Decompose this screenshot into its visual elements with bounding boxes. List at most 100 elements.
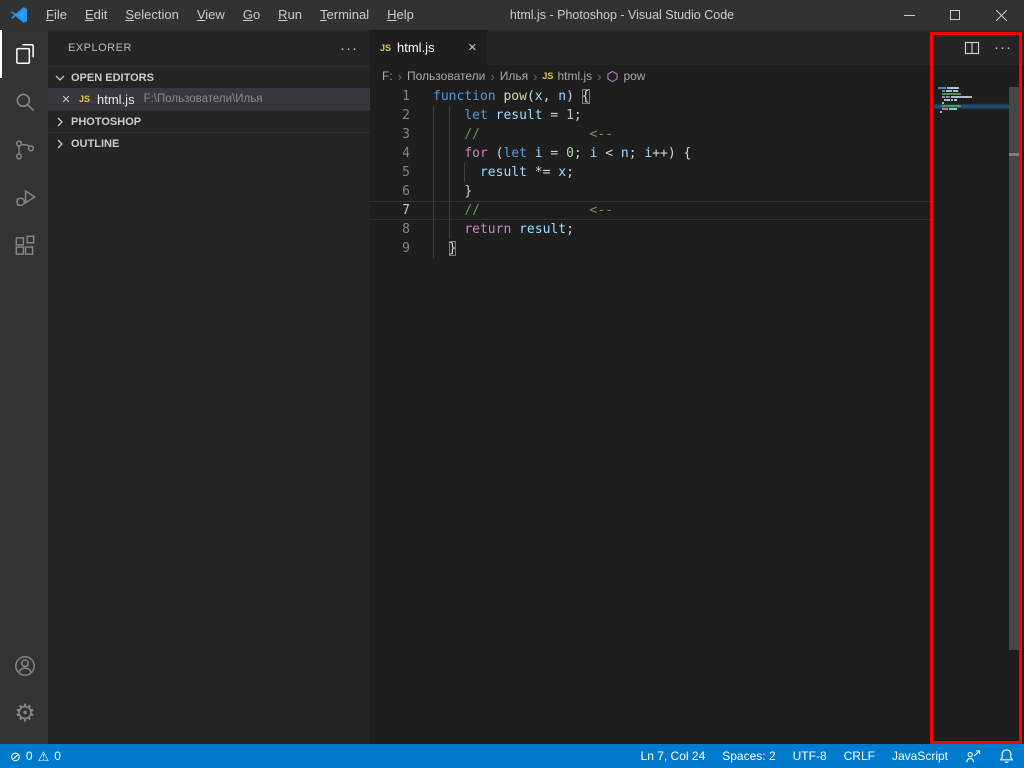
source-control-icon[interactable] (0, 126, 48, 174)
code-editor[interactable]: 1function pow(x, n) {2 let result = 1;3 … (370, 87, 934, 258)
close-tab-icon[interactable]: ✕ (468, 41, 477, 54)
feedback-icon[interactable] (965, 749, 982, 764)
breadcrumb-drive[interactable]: F: (382, 69, 393, 83)
sidebar-more-actions-button[interactable]: ··· (340, 40, 358, 57)
section-open-editors[interactable]: OPEN EDITORS (48, 66, 370, 88)
line-number: 2 (370, 106, 410, 125)
section-label: OUTLINE (71, 138, 119, 150)
minimap-line-segment (942, 105, 961, 107)
open-editor-item-htmljs[interactable]: ✕ JS html.js F:\Пользователи\Илья (48, 88, 370, 110)
breadcrumb-file[interactable]: JS html.js (542, 69, 592, 83)
tab-label: html.js (397, 40, 435, 55)
activity-bar-bottom: ⚙ (0, 642, 48, 738)
breadcrumb-folder-ilya[interactable]: Илья (500, 69, 528, 83)
window-title: html.js - Photoshop - Visual Studio Code (510, 0, 734, 30)
menu-selection[interactable]: Selection (116, 0, 187, 30)
warnings-icon: ⚠ (38, 750, 50, 763)
editor-group: JS html.js ✕ ··· F: › Пользователи › Иль… (370, 30, 1024, 744)
vscode-logo-icon (9, 5, 29, 25)
code-line-8: 8 return result; (370, 220, 934, 239)
split-editor-icon[interactable] (964, 40, 980, 56)
menu-bar: File Edit Selection View Go Run Terminal… (37, 0, 423, 30)
cursor-position-status[interactable]: Ln 7, Col 24 (641, 749, 706, 763)
code-line-5: 5 result *= x; (370, 163, 934, 182)
minimap-line-segment (946, 90, 952, 92)
js-file-icon: JS (79, 94, 90, 104)
run-and-debug-icon[interactable] (0, 174, 48, 222)
code-line-text: result *= x; (433, 163, 574, 182)
minimize-button[interactable] (886, 0, 932, 30)
breadcrumb-folder-users[interactable]: Пользователи (407, 69, 485, 83)
minimap-line-segment (942, 96, 945, 98)
search-icon[interactable] (0, 78, 48, 126)
close-window-button[interactable] (978, 0, 1024, 30)
code-line-text: return result; (433, 220, 574, 239)
code-line-text: function pow(x, n) { (433, 87, 590, 106)
line-number: 5 (370, 163, 410, 182)
accounts-icon[interactable] (0, 642, 48, 690)
minimap-line-segment (942, 93, 961, 95)
minimap-line-segment (947, 96, 950, 98)
code-line-text: } (433, 239, 456, 258)
indent-guide (449, 163, 450, 182)
notifications-bell-icon[interactable] (999, 748, 1014, 764)
symbol-method-icon (606, 70, 619, 83)
code-lines: 1function pow(x, n) {2 let result = 1;3 … (370, 87, 934, 258)
menu-help[interactable]: Help (378, 0, 423, 30)
section-photoshop[interactable]: PHOTOSHOP (48, 110, 370, 132)
breadcrumb-symbol-pow[interactable]: pow (606, 69, 645, 83)
minimap[interactable] (936, 87, 1008, 727)
menu-go[interactable]: Go (234, 0, 269, 30)
explorer-sidebar: EXPLORER ··· OPEN EDITORS ✕ JS html.js F… (48, 30, 370, 744)
minimap-line-segment (942, 102, 944, 104)
errors-icon: ⊘ (10, 750, 21, 763)
status-bar-right: Ln 7, Col 24 Spaces: 2 UTF-8 CRLF JavaSc… (641, 748, 1014, 764)
close-editor-icon[interactable]: ✕ (60, 93, 72, 106)
breadcrumb-separator: › (397, 69, 403, 84)
maximize-button[interactable] (932, 0, 978, 30)
line-number: 8 (370, 220, 410, 239)
vertical-scrollbar[interactable] (1009, 87, 1022, 744)
title-bar: File Edit Selection View Go Run Terminal… (0, 0, 1024, 30)
open-editor-path: F:\Пользователи\Илья (144, 93, 263, 105)
overview-ruler-cursor-marker (1009, 153, 1022, 156)
settings-gear-icon[interactable]: ⚙ (0, 690, 48, 738)
minimap-line-segment (938, 87, 946, 89)
sidebar-title: EXPLORER (68, 42, 132, 54)
minimap-content (936, 87, 1008, 727)
section-outline[interactable]: OUTLINE (48, 132, 370, 154)
chevron-right-icon (52, 136, 68, 152)
indentation-status[interactable]: Spaces: 2 (722, 749, 775, 763)
sidebar-header: EXPLORER ··· (48, 30, 370, 66)
menu-run[interactable]: Run (269, 0, 311, 30)
indent-guide (433, 144, 434, 163)
code-line-text: } (433, 182, 472, 201)
indent-guide (433, 201, 434, 220)
open-editor-filename: html.js (97, 92, 135, 107)
activity-bar: ⚙ (0, 30, 48, 744)
scrollbar-slider[interactable] (1009, 87, 1022, 650)
minimap-line-segment (955, 99, 957, 101)
menu-view[interactable]: View (188, 0, 234, 30)
tab-htmljs[interactable]: JS html.js ✕ (370, 30, 487, 65)
code-line-4: 4 for (let i = 0; i < n; i++) { (370, 144, 934, 163)
language-mode-status[interactable]: JavaScript (892, 749, 948, 763)
code-line-9: 9 } (370, 239, 934, 258)
menu-edit[interactable]: Edit (76, 0, 116, 30)
menu-file[interactable]: File (37, 0, 76, 30)
eol-status[interactable]: CRLF (844, 749, 875, 763)
indent-guide (449, 182, 450, 201)
line-number: 9 (370, 239, 410, 258)
problems-status[interactable]: ⊘ 0 ⚠ 0 (10, 749, 61, 763)
breadcrumb-separator: › (489, 69, 495, 84)
encoding-status[interactable]: UTF-8 (793, 749, 827, 763)
breadcrumb: F: › Пользователи › Илья › JS html.js › … (370, 65, 1024, 87)
more-actions-icon[interactable]: ··· (994, 39, 1012, 56)
indent-guide (449, 220, 450, 239)
indent-guide (449, 125, 450, 144)
vscode-window: { "title_bar": { "title": "html.js - Pho… (0, 0, 1024, 768)
explorer-icon[interactable] (0, 30, 48, 78)
extensions-icon[interactable] (0, 222, 48, 270)
indent-guide (449, 201, 450, 220)
menu-terminal[interactable]: Terminal (311, 0, 378, 30)
